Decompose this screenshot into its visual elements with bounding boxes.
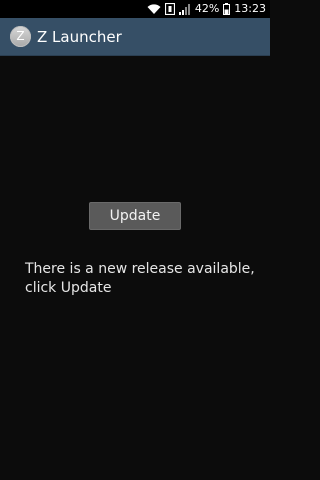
battery-icon: [223, 3, 231, 15]
status-bar: 42% 13:23: [0, 0, 270, 18]
clock: 13:23: [234, 2, 266, 15]
app-title: Z Launcher: [37, 28, 122, 46]
update-button[interactable]: Update: [89, 202, 181, 230]
notification-box-icon: [164, 3, 175, 15]
signal-icon: [178, 3, 191, 15]
action-bar: Z Z Launcher: [0, 18, 270, 56]
screen: 42% 13:23 Z Z Launcher Update There is a…: [0, 0, 270, 480]
battery-percent: 42%: [194, 2, 220, 15]
status-bar-right: 42% 13:23: [147, 0, 266, 18]
wifi-icon: [147, 3, 161, 15]
app-icon[interactable]: Z: [10, 26, 31, 47]
release-message: There is a new release available, click …: [25, 261, 255, 296]
